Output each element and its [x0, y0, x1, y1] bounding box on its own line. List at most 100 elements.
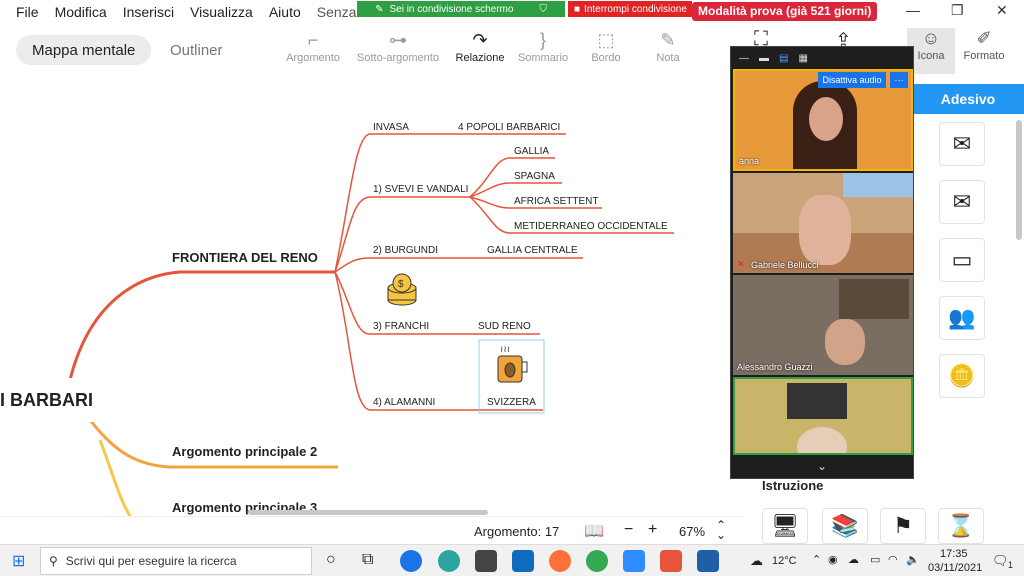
tab-mindmap[interactable]: Mappa mentale	[16, 35, 152, 65]
format-panel-tab[interactable]: ✐ Formato	[958, 28, 1010, 74]
cortana-icon[interactable]: ○	[326, 551, 336, 569]
weather-icon[interactable]: ☁	[750, 553, 763, 569]
menu-view[interactable]: Visualizza	[182, 4, 261, 20]
bookshelf-background	[839, 279, 909, 319]
node-gallia[interactable]: GALLIA	[514, 146, 549, 157]
panel-scrollbar[interactable]	[1016, 120, 1022, 240]
node-invasa[interactable]: INVASA	[373, 122, 409, 133]
envelope-icon[interactable]: ✉	[939, 122, 985, 166]
note-button[interactable]: ✎ Nota	[633, 28, 703, 74]
expand-icon[interactable]: ⌄	[817, 459, 827, 473]
more-options-button[interactable]: ···	[890, 72, 908, 88]
flag-icon[interactable]: ⚑	[880, 508, 926, 544]
mindmap-svg: $ ≀≀≀ I BARBARI FRONTIERA DEL RENO Argom…	[0, 122, 674, 516]
horizontal-scrollbar[interactable]	[0, 508, 745, 516]
node-sud-reno[interactable]: SUD RENO	[478, 321, 531, 332]
relation-button[interactable]: ↷ Relazione	[445, 28, 515, 74]
firefox-icon[interactable]	[549, 550, 571, 572]
taskbar-search-input[interactable]: ⚲ Scrivi qui per eseguire la ricerca	[40, 547, 312, 575]
video-tile-participant-4[interactable]	[733, 377, 913, 455]
books-icon[interactable]: 📚	[822, 508, 868, 544]
icon-panel-tab[interactable]: ☺ Icona	[907, 28, 955, 74]
share-banner-text: Sei in condivisione schermo	[389, 3, 514, 15]
store-icon[interactable]	[475, 550, 497, 572]
chrome-icon[interactable]	[586, 550, 608, 572]
menu-insert[interactable]: Inserisci	[115, 4, 182, 20]
tray-chevron-icon[interactable]: ⌃	[812, 553, 821, 566]
node-spagna[interactable]: SPAGNA	[514, 171, 555, 182]
menu-file[interactable]: File	[0, 4, 47, 20]
clock-time[interactable]: 17:35	[940, 548, 968, 560]
main-topic-1[interactable]: FRONTIERA DEL RENO	[172, 250, 318, 265]
node-africa[interactable]: AFRICA SETTENT	[514, 196, 598, 207]
instruction-section-title: Istruzione	[762, 478, 824, 493]
monitor-icon[interactable]: 🖥	[762, 508, 808, 544]
letter-icon[interactable]: ✉	[939, 180, 985, 224]
zoom-app-icon[interactable]	[623, 550, 645, 572]
xmind-active-icon[interactable]	[660, 550, 682, 572]
video-tile-gabriele[interactable]: Gabriele Bellucci ✕	[733, 173, 913, 273]
edge-icon[interactable]	[438, 550, 460, 572]
search-placeholder: Scrivi qui per eseguire la ricerca	[65, 554, 237, 568]
zoom-stepper-icon[interactable]: ⌃ ⌄	[716, 519, 726, 541]
sticker-panel-title[interactable]: Adesivo	[912, 84, 1024, 114]
subtopic-button[interactable]: ⊶ Sotto-argomento	[348, 28, 448, 74]
minimize-video-icon[interactable]: —	[739, 53, 749, 64]
stop-share-button[interactable]: ■ Interrompi condivisione	[568, 1, 692, 17]
coins-sticker-icon[interactable]: 🪙	[939, 354, 985, 398]
xmind-app-icon[interactable]	[400, 550, 422, 572]
node-mediterraneo[interactable]: METIDERRANEO OCCIDENTALE	[514, 221, 668, 232]
clock-date[interactable]: 03/11/2021	[928, 562, 982, 574]
scrollbar-thumb[interactable]	[248, 510, 488, 515]
mindmap-canvas[interactable]: $ ≀≀≀ I BARBARI FRONTIERA DEL RENO Argom…	[0, 76, 745, 516]
topic-button[interactable]: ⌐ Argomento	[278, 28, 348, 74]
menu-edit[interactable]: Modifica	[47, 4, 115, 20]
photos-icon[interactable]	[697, 550, 719, 572]
presentation-icon[interactable]: ▭	[939, 238, 985, 282]
thumbnail-view-icon[interactable]: ▬	[759, 53, 769, 64]
main-topic-2[interactable]: Argomento principale 2	[172, 444, 317, 459]
video-tile-alessandro[interactable]: Alessandro Guazzi	[733, 275, 913, 375]
restore-icon[interactable]: ❐	[951, 2, 964, 19]
volume-icon[interactable]: 🔈	[906, 553, 920, 566]
task-view-icon[interactable]: ⧉	[362, 551, 373, 569]
mute-audio-button[interactable]: Disattiva audio	[818, 72, 886, 88]
tab-outliner[interactable]: Outliner	[154, 35, 239, 65]
trial-badge[interactable]: Modalità prova (già 521 giorni)	[692, 2, 878, 21]
hourglass-icon[interactable]: ⌛	[938, 508, 984, 544]
cloud-icon[interactable]: ☁	[848, 553, 859, 566]
node-gallia-centrale[interactable]: GALLIA CENTRALE	[487, 245, 578, 256]
zoom-level[interactable]: 67%	[679, 524, 705, 539]
minimize-icon[interactable]: —	[906, 2, 920, 18]
group-icon[interactable]: 👥	[939, 296, 985, 340]
node-alamanni[interactable]: 4) ALAMANNI	[373, 397, 435, 408]
close-icon[interactable]: ✕	[996, 2, 1008, 19]
branch-root-main3	[98, 439, 132, 516]
windows-start-icon[interactable]: ⊞	[12, 551, 25, 571]
node-franchi[interactable]: 3) FRANCHI	[373, 321, 429, 332]
shield-icon: ⛉	[539, 3, 547, 15]
summary-button[interactable]: } Sommario	[508, 28, 578, 74]
temperature[interactable]: 12°C	[772, 555, 797, 567]
speaker-view-icon[interactable]: ▤	[779, 53, 788, 64]
notification-icon[interactable]: 🗨	[992, 553, 1009, 569]
notification-count: 1	[1008, 560, 1014, 570]
stop-icon: ■	[574, 3, 581, 15]
node-4popoli[interactable]: 4 POPOLI BARBARICI	[458, 122, 560, 133]
menu-help[interactable]: Aiuto	[261, 4, 309, 20]
node-burgundi[interactable]: 2) BURGUNDI	[373, 245, 438, 256]
webcam-icon[interactable]: ◉	[828, 553, 838, 566]
video-panel: — ▬ ▤ ▦ anna Gabriele Bellucci ✕ Alessan…	[730, 46, 914, 479]
network-icon[interactable]: ▭	[870, 553, 880, 566]
topic-label: Argomento	[286, 52, 340, 64]
wifi-icon[interactable]: ◠	[888, 553, 898, 566]
book-icon[interactable]: 📖	[584, 521, 604, 541]
root-node[interactable]: I BARBARI	[0, 390, 93, 410]
mail-icon[interactable]	[512, 550, 534, 572]
node-svevi[interactable]: 1) SVEVI E VANDALI	[373, 184, 468, 195]
border-button[interactable]: ⬚ Bordo	[571, 28, 641, 74]
node-svizzera[interactable]: SVIZZERA	[487, 397, 536, 408]
zoom-in-button[interactable]: +	[648, 521, 657, 539]
gallery-view-icon[interactable]: ▦	[798, 53, 807, 64]
zoom-out-button[interactable]: −	[624, 521, 633, 539]
